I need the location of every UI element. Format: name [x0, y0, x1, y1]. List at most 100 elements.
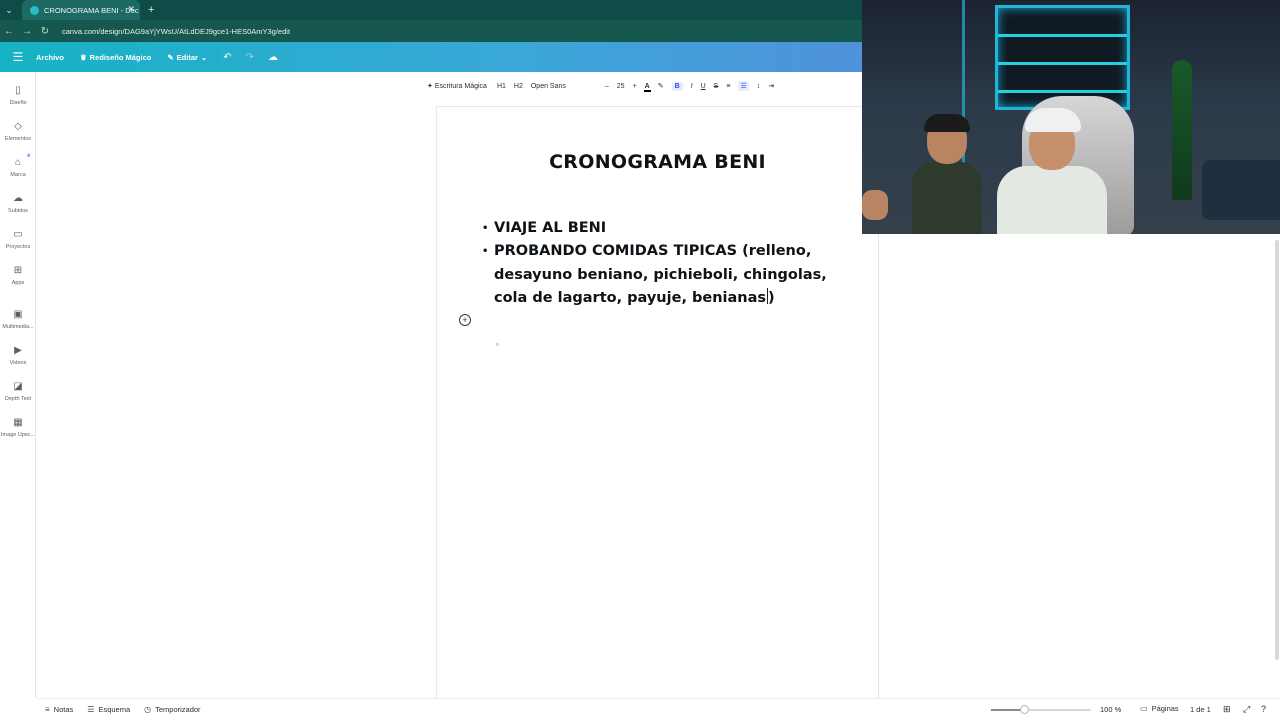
browser-tab[interactable]: CRONOGRAMA BENI - Doc ✕: [22, 0, 140, 20]
person-right-body: [997, 166, 1107, 234]
highlight-pen-icon[interactable]: ✎: [658, 82, 664, 90]
sidebar-item-label: Depth Text: [4, 396, 32, 402]
hamburger-menu-icon[interactable]: ☰: [0, 50, 36, 64]
url-field[interactable]: canva.com/design/DAG9aYjYWsU/AtLdDEJ9gce…: [62, 27, 290, 36]
zoom-value[interactable]: 100 %: [1100, 705, 1121, 714]
bold-button[interactable]: B: [671, 81, 683, 91]
font-size-input[interactable]: 25: [617, 83, 625, 90]
forward-arrow-icon[interactable]: →: [18, 26, 36, 37]
sidebar-item-label: Videos: [9, 360, 27, 366]
page-count: 1 de 1: [1190, 705, 1211, 714]
empty-sub-bullet[interactable]: [496, 343, 499, 346]
add-block-plus-icon[interactable]: +: [459, 314, 471, 326]
person-right-cap: [1025, 108, 1081, 132]
reload-icon[interactable]: ↻: [36, 26, 54, 37]
list-item[interactable]: PROBANDO COMIDAS TIPICAS (relleno, desay…: [482, 240, 832, 310]
depth-text-app-icon: ◪: [13, 381, 23, 392]
crown-icon: ♛: [79, 52, 87, 62]
indent-icon[interactable]: ⇥: [768, 82, 774, 90]
sparkle-icon: ✦: [427, 83, 435, 90]
outline-button[interactable]: ☰ Esquema: [87, 705, 130, 714]
file-menu-button[interactable]: Archivo: [36, 53, 64, 62]
brand-icon: ⌂: [14, 157, 22, 168]
fullscreen-icon[interactable]: ⤢: [1243, 704, 1250, 715]
bulleted-list-icon[interactable]: ☰: [738, 81, 749, 91]
notes-label: Notas: [53, 705, 74, 714]
sidebar-item-uploads[interactable]: ☁ Subidos: [0, 192, 36, 214]
heading-2-button[interactable]: H2: [514, 83, 523, 90]
help-icon[interactable]: ?: [1261, 704, 1266, 714]
sidebar-item-multimedia[interactable]: ▣ Multimedia...: [0, 308, 36, 330]
apps-grid-icon: ⊞: [13, 265, 23, 276]
document-title[interactable]: CRONOGRAMA BENI: [437, 151, 878, 173]
magic-resize-button[interactable]: ♛ Rediseño Mágico: [80, 53, 151, 62]
sidebar-item-brand[interactable]: ♛ ⌂ Marca: [0, 153, 36, 178]
sidebar-item-videos[interactable]: ▶ Videos: [0, 344, 36, 366]
sidebar-item-label: Apps: [11, 280, 25, 286]
notes-button[interactable]: ≡ Notas: [45, 705, 73, 714]
sidebar-item-label: Image Upsc...: [1, 432, 35, 438]
outline-label: Esquema: [98, 705, 131, 714]
redo-icon[interactable]: ↷: [246, 52, 254, 63]
back-arrow-icon[interactable]: ←: [0, 26, 18, 37]
sidebar-item-image-upscaler[interactable]: ▦ Image Upsc...: [0, 416, 36, 438]
text-spacing-icon[interactable]: ↕: [757, 83, 761, 90]
sidebar-item-label: Subidos: [8, 208, 28, 214]
sidebar-item-label: Marca: [10, 172, 26, 178]
pages-button[interactable]: ▭ Páginas: [1140, 704, 1179, 713]
font-size-increase-button[interactable]: +: [633, 83, 637, 90]
font-size-decrease-button[interactable]: –: [605, 83, 609, 90]
notes-icon: ≡: [45, 705, 50, 714]
sidebar-item-label: Multimedia...: [2, 324, 34, 330]
folder-icon: ▭: [13, 229, 23, 240]
zoom-slider[interactable]: [991, 705, 1091, 714]
document-page[interactable]: CRONOGRAMA BENI VIAJE AL BENI PROBANDO C…: [437, 107, 878, 707]
pages-label: Páginas: [1151, 704, 1179, 713]
zoom-slider-thumb[interactable]: [1020, 705, 1029, 714]
heading-1-button[interactable]: H1: [497, 83, 506, 90]
sidebar-item-apps[interactable]: ⊞ Apps: [0, 264, 36, 286]
sidebar-item-projects[interactable]: ▭ Proyectos: [0, 228, 36, 250]
tab-list-chevron-icon[interactable]: ⌄: [0, 0, 18, 20]
sidebar-item-elements[interactable]: ◇ Elementos: [0, 120, 36, 142]
timer-button[interactable]: ◷ Temporizador: [144, 705, 200, 714]
screen: ⌄ CRONOGRAMA BENI - Doc ✕ + ← → ↻ canva.…: [0, 0, 1280, 720]
shelf-board: [998, 90, 1127, 93]
timer-label: Temporizador: [155, 705, 201, 714]
video-icon: ▶: [14, 345, 22, 356]
sidebar-item-label: Diseño: [9, 100, 27, 106]
shelf-board: [998, 62, 1127, 65]
list-item-text: PROBANDO COMIDAS TIPICAS (relleno, desay…: [494, 243, 827, 306]
italic-button[interactable]: I: [691, 83, 693, 90]
undo-icon[interactable]: ↶: [223, 52, 231, 63]
template-icon: ▯: [15, 85, 21, 96]
cloud-upload-icon: ☁: [13, 193, 23, 204]
pencil-icon: ✎: [167, 52, 174, 62]
font-family-dropdown[interactable]: Open Sans: [531, 83, 597, 90]
edit-mode-label: Editar: [176, 52, 198, 62]
tab-close-icon[interactable]: ✕: [127, 4, 135, 15]
text-color-icon[interactable]: A: [643, 83, 651, 92]
edit-mode-button[interactable]: ✎ Editar ⌄: [167, 53, 207, 62]
chevron-down-icon: ⌄: [200, 52, 208, 62]
canva-favicon-icon: [30, 5, 39, 15]
timer-icon: ◷: [144, 705, 152, 714]
list-item[interactable]: VIAJE AL BENI: [482, 217, 832, 241]
strikethrough-button[interactable]: S: [714, 83, 719, 90]
sidebar-item-depth-text[interactable]: ◪ Depth Text: [0, 380, 36, 402]
underline-button[interactable]: U: [701, 83, 706, 90]
magic-write-button[interactable]: ✦ Escritura Mágica: [427, 82, 487, 91]
cloud-save-icon[interactable]: ☁: [268, 52, 278, 63]
align-left-icon[interactable]: ≡: [726, 83, 730, 90]
magic-write-label: Escritura Mágica: [434, 82, 487, 90]
plant-decoration: [1172, 60, 1192, 200]
pages-icon: ▭: [1140, 704, 1148, 713]
tab-title: CRONOGRAMA BENI - Doc: [44, 5, 139, 15]
grid-view-icon[interactable]: ⊞: [1223, 704, 1231, 715]
sidebar-item-label: Elementos: [5, 136, 31, 142]
bulleted-list[interactable]: VIAJE AL BENI PROBANDO COMIDAS TIPICAS (…: [482, 217, 832, 310]
vertical-scrollbar[interactable]: [1275, 240, 1279, 660]
new-tab-plus-icon[interactable]: +: [148, 4, 154, 16]
webcam-overlay: [862, 0, 1280, 234]
sidebar-item-design[interactable]: ▯ Diseño: [0, 84, 36, 106]
